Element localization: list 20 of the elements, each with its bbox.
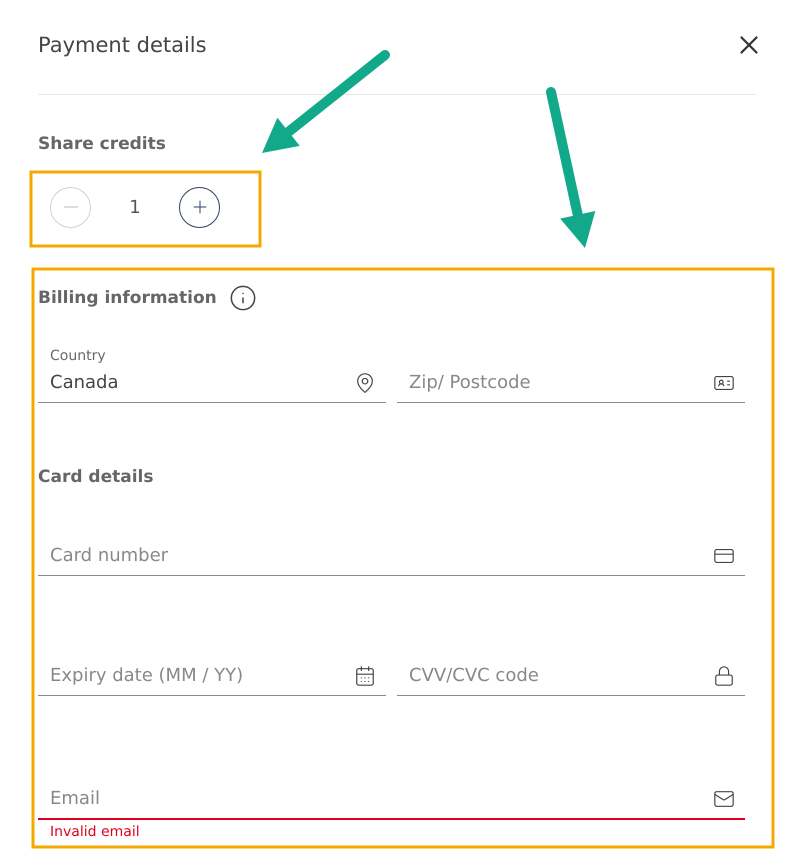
field-label: Country — [50, 348, 106, 364]
input-field[interactable]: Email — [50, 786, 705, 812]
dialog-title: Payment details — [38, 32, 207, 59]
info-icon[interactable] — [228, 284, 257, 312]
padlock-icon — [713, 665, 735, 687]
location-pin-icon — [354, 372, 376, 394]
minus-icon — [64, 206, 78, 208]
calendar-icon — [354, 665, 376, 687]
input-field[interactable]: CVV/CVC code — [409, 663, 705, 689]
section-heading: Share credits — [38, 133, 167, 156]
increment-button[interactable] — [179, 186, 220, 228]
section-heading: Billing information — [38, 287, 217, 310]
input-field[interactable]: Card number — [50, 543, 705, 569]
envelope-icon — [713, 788, 735, 810]
error-message: Invalid email — [49, 824, 140, 840]
input-field[interactable]: Canada — [50, 370, 346, 396]
section-heading: Card details — [38, 466, 154, 489]
input-field[interactable]: Zip/ Postcode — [409, 370, 705, 396]
input-field[interactable]: Expiry date (MM / YY) — [50, 663, 346, 689]
quantity-value: 1 — [128, 196, 142, 218]
